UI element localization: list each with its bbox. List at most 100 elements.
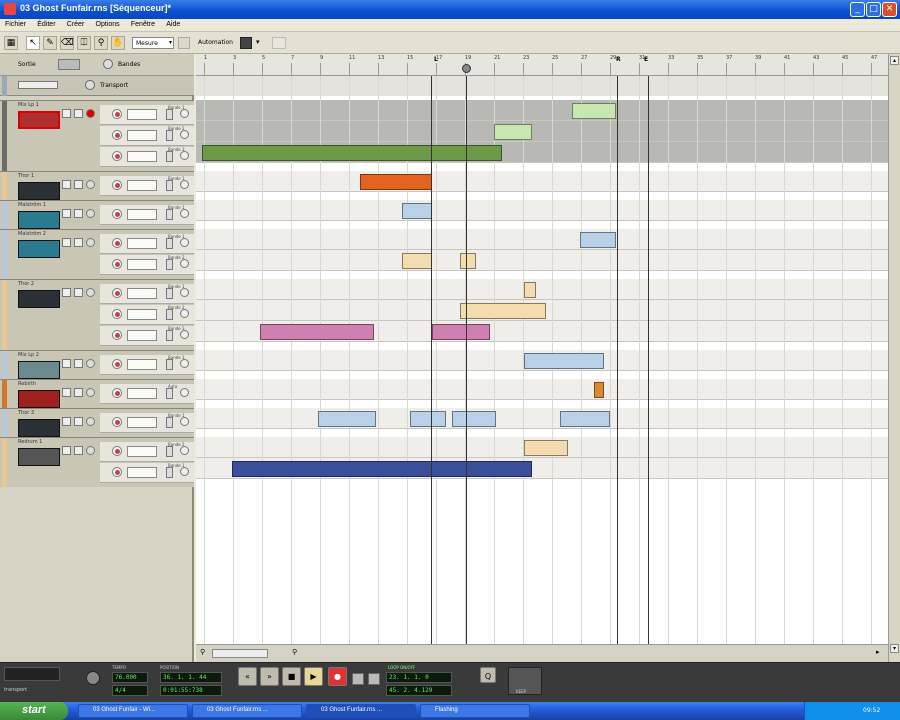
lane-header[interactable]: Bande 2 <box>100 126 194 146</box>
lane-record-icon[interactable] <box>180 330 189 339</box>
lane-solo-toggle[interactable] <box>166 388 173 399</box>
lane-header[interactable]: Auto <box>100 384 194 404</box>
lane-clip-button[interactable] <box>127 467 157 478</box>
menu-options[interactable]: Options <box>91 19 124 28</box>
maximize-button[interactable]: □ <box>866 2 881 17</box>
mute-button[interactable] <box>62 180 71 189</box>
task-flashing[interactable]: Flashing <box>420 704 530 718</box>
solo-button[interactable] <box>74 388 83 397</box>
overdub-button[interactable] <box>352 673 364 685</box>
lane-record-icon[interactable] <box>180 288 189 297</box>
lane-solo-toggle[interactable] <box>166 151 173 162</box>
lane-solo-toggle[interactable] <box>166 130 173 141</box>
lane-clip-button[interactable] <box>127 130 157 141</box>
automation-dropdown-icon[interactable]: ▾ <box>256 38 260 46</box>
lane-solo-toggle[interactable] <box>166 180 173 191</box>
lane-clip-button[interactable] <box>127 180 157 191</box>
lane-clip-button[interactable] <box>127 388 157 399</box>
lane-solo-toggle[interactable] <box>166 446 173 457</box>
lane-clip-button[interactable] <box>127 309 157 320</box>
lane-mute-icon[interactable] <box>112 309 122 319</box>
rewind-button[interactable]: « <box>238 667 257 686</box>
menu-creer[interactable]: Créer <box>62 19 89 28</box>
fast-forward-button[interactable]: » <box>260 667 279 686</box>
pattern-clip[interactable] <box>260 324 374 340</box>
track-4[interactable]: Malström 2 Bande 1 Bande 2 <box>0 229 194 279</box>
lane-clip-button[interactable] <box>127 288 157 299</box>
mute-button[interactable] <box>62 288 71 297</box>
mute-button[interactable] <box>62 359 71 368</box>
loop-marker-l[interactable]: L <box>434 56 438 63</box>
lane-mute-icon[interactable] <box>112 259 122 269</box>
track-7[interactable]: Rebirth Auto <box>0 379 194 408</box>
scroll-right-icon[interactable]: ▸ <box>876 648 880 656</box>
task-ghost-funfair-3[interactable]: 03 Ghost Funfair.rns ... <box>306 704 416 718</box>
scroll-down-icon[interactable]: ▾ <box>890 644 899 653</box>
replace-button[interactable] <box>368 673 380 685</box>
lane-header[interactable]: Bande 3 <box>100 326 194 346</box>
pattern-clip[interactable] <box>560 411 610 427</box>
loop-right-display[interactable]: 45. 2. 4.129 <box>386 685 452 696</box>
record-enable-button[interactable] <box>86 209 95 218</box>
mute-button[interactable] <box>62 209 71 218</box>
metronome-icon[interactable] <box>272 37 286 49</box>
track-6[interactable]: Mix Lp 2 Bande 1 <box>0 350 194 379</box>
lane-clip-button[interactable] <box>127 330 157 341</box>
minimize-button[interactable]: _ <box>850 2 865 17</box>
record-enable-button[interactable] <box>86 238 95 247</box>
pattern-clip[interactable] <box>432 324 490 340</box>
pattern-clip[interactable] <box>360 174 432 190</box>
pattern-clip[interactable] <box>410 411 446 427</box>
track-3[interactable]: Malström 1 Bande 1 <box>0 200 194 229</box>
record-enable-button[interactable] <box>86 446 95 455</box>
task-ghost-funfair-1[interactable]: 03 Ghost Funfair - Wi... <box>78 704 188 718</box>
record-enable-button[interactable] <box>86 359 95 368</box>
automation-icon[interactable] <box>240 37 252 49</box>
lane-mute-icon[interactable] <box>112 238 122 248</box>
loop-marker-r[interactable]: R <box>616 56 621 63</box>
lane-solo-toggle[interactable] <box>166 359 173 370</box>
lane-clip-button[interactable] <box>127 417 157 428</box>
solo-button[interactable] <box>74 109 83 118</box>
menu-aide[interactable]: Aide <box>161 19 184 28</box>
lane-mute-icon[interactable] <box>112 388 122 398</box>
track-9[interactable]: Redrum 1 Bande 2 Bande 1 <box>0 437 194 487</box>
pattern-clip[interactable] <box>202 145 502 161</box>
lane-mute-icon[interactable] <box>112 180 122 190</box>
signature-display[interactable]: 4/4 <box>112 685 148 696</box>
track-2[interactable]: Thor 1 Bande 1 <box>0 171 194 200</box>
hand-tool-icon[interactable]: ✋ <box>111 36 125 50</box>
pattern-clip[interactable] <box>524 440 568 456</box>
lane-header[interactable]: Bande 1 <box>100 284 194 304</box>
lane-record-icon[interactable] <box>180 359 189 368</box>
lane-header[interactable]: Bande 1 <box>100 105 194 125</box>
zoom-in-icon[interactable]: ⚲ <box>292 648 297 656</box>
lane-clip-button[interactable] <box>127 209 157 220</box>
lane-record-icon[interactable] <box>180 309 189 318</box>
quantize-button[interactable]: Q <box>480 667 496 683</box>
menu-fichier[interactable]: Fichier <box>0 19 30 28</box>
pattern-clip[interactable] <box>594 382 604 398</box>
mute-button[interactable] <box>62 446 71 455</box>
lane-mute-icon[interactable] <box>112 288 122 298</box>
lane-clip-button[interactable] <box>127 109 157 120</box>
mute-button[interactable] <box>62 417 71 426</box>
mute-button[interactable] <box>62 109 71 118</box>
lane-mute-icon[interactable] <box>112 109 122 119</box>
lane-solo-toggle[interactable] <box>166 309 173 320</box>
pattern-clip[interactable] <box>572 103 616 119</box>
lane-clip-button[interactable] <box>127 238 157 249</box>
sequencer-area[interactable] <box>196 76 888 644</box>
pattern-clip[interactable] <box>402 253 432 269</box>
menu-editer[interactable]: Éditer <box>32 19 59 28</box>
eraser-tool-icon[interactable]: ⌫ <box>60 36 74 50</box>
lane-clip-button[interactable] <box>127 359 157 370</box>
pattern-clip[interactable] <box>452 411 496 427</box>
lane-record-icon[interactable] <box>180 180 189 189</box>
lane-clip-button[interactable] <box>127 446 157 457</box>
lane-solo-toggle[interactable] <box>166 417 173 428</box>
lane-mute-icon[interactable] <box>112 209 122 219</box>
scroll-up-icon[interactable]: ▴ <box>890 56 899 65</box>
mute-button[interactable] <box>62 238 71 247</box>
pattern-clip[interactable] <box>494 124 532 140</box>
